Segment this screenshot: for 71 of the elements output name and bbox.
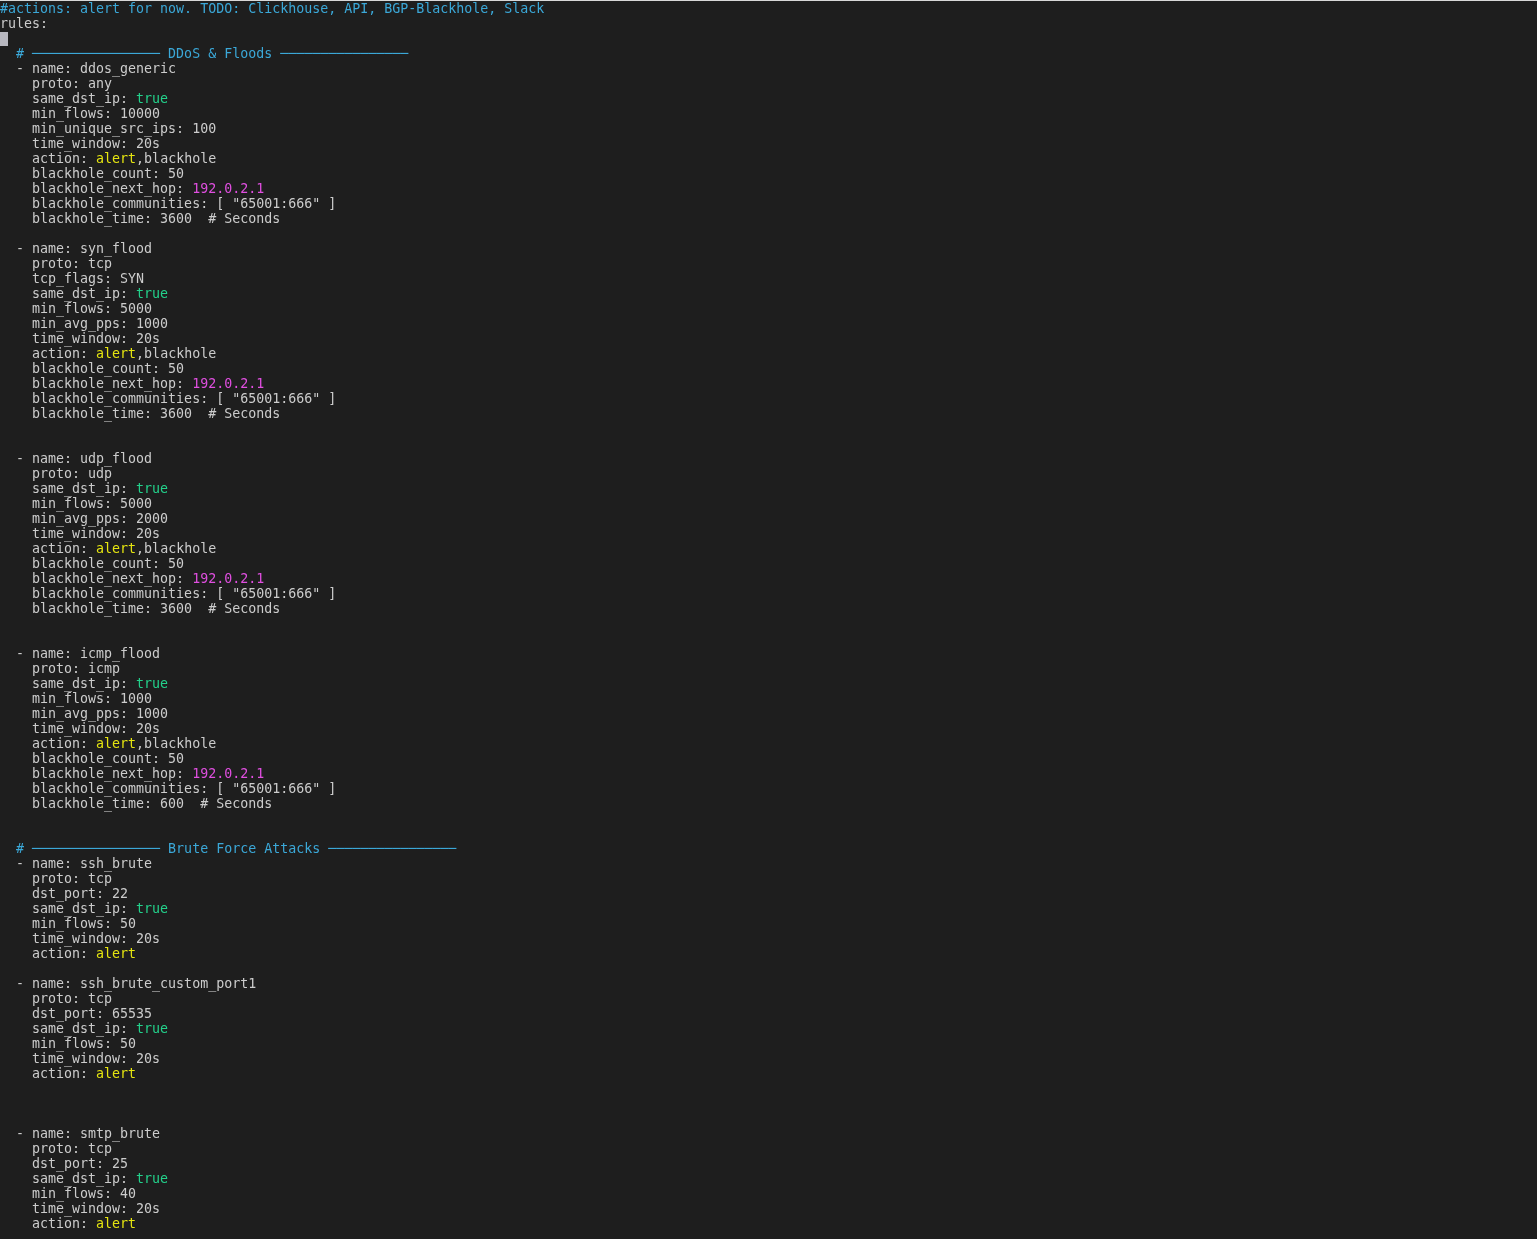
code-line: min_flows: 50 <box>31 1036 137 1051</box>
code-line: - name: icmp_flood <box>15 646 161 661</box>
code-line: blackhole_communities: [ "65001:666" ] <box>31 196 337 211</box>
code-line: - name: ssh_brute_custom_port1 <box>15 976 257 991</box>
code-line: - name: syn_flood <box>15 241 153 256</box>
code-line: # ──────────────── Brute Force Attacks ──────────────── <box>15 841 457 856</box>
code-line: blackhole_count: 50 <box>31 166 185 181</box>
code-line: time_window: 20s <box>31 931 161 946</box>
code-line: action: alert,blackhole <box>31 736 217 751</box>
code-line: same_dst_ip: true <box>31 286 169 301</box>
code-line: proto: tcp <box>31 1141 113 1156</box>
code-line: same_dst_ip: true <box>31 1171 169 1186</box>
code-line: action: alert <box>31 1216 137 1231</box>
code-line: min_flows: 5000 <box>31 301 153 316</box>
code-line: time_window: 20s <box>31 526 161 541</box>
code-line: action: alert <box>31 1066 137 1081</box>
code-line: rules: <box>0 16 49 31</box>
code-line: min_flows: 5000 <box>31 496 153 511</box>
code-line: blackhole_count: 50 <box>31 751 185 766</box>
code-line: #actions: alert for now. TODO: Clickhouse, API, BGP-Blackhole, Slack <box>0 1 545 16</box>
code-line: blackhole_communities: [ "65001:666" ] <box>31 781 337 796</box>
code-line: tcp_flags: SYN <box>31 271 145 286</box>
code-line: action: alert,blackhole <box>31 346 217 361</box>
code-line: proto: any <box>31 76 113 91</box>
code-line: blackhole_time: 3600 # Seconds <box>31 601 281 616</box>
code-line: # ──────────────── DDoS & Floods ──────────────── <box>15 46 409 61</box>
code-line: blackhole_next_hop: 192.0.2.1 <box>31 181 265 196</box>
code-line: time_window: 20s <box>31 1201 161 1216</box>
code-line: blackhole_count: 50 <box>31 361 185 376</box>
code-line: dst_port: 25 <box>31 1156 129 1171</box>
code-line: blackhole_communities: [ "65001:666" ] <box>31 391 337 406</box>
code-line: min_avg_pps: 2000 <box>31 511 169 526</box>
code-line: min_avg_pps: 1000 <box>31 706 169 721</box>
code-line: - name: smtp_brute <box>15 1126 161 1141</box>
code-line: same_dst_ip: true <box>31 91 169 106</box>
code-line: blackhole_time: 3600 # Seconds <box>31 406 281 421</box>
code-line: blackhole_time: 600 # Seconds <box>31 796 273 811</box>
code-line: - name: udp_flood <box>15 451 153 466</box>
code-line: min_unique_src_ips: 100 <box>31 121 217 136</box>
code-line: blackhole_next_hop: 192.0.2.1 <box>31 766 265 781</box>
code-line: min_flows: 40 <box>31 1186 137 1201</box>
code-line: time_window: 20s <box>31 721 161 736</box>
code-line: blackhole_next_hop: 192.0.2.1 <box>31 376 265 391</box>
code-line: dst_port: 65535 <box>31 1006 153 1021</box>
code-line: same_dst_ip: true <box>31 901 169 916</box>
code-line: - name: ssh_brute <box>15 856 153 871</box>
code-line: time_window: 20s <box>31 136 161 151</box>
code-line: proto: tcp <box>31 991 113 1006</box>
code-line: action: alert <box>31 946 137 961</box>
code-line: dst_port: 22 <box>31 886 129 901</box>
code-line: min_flows: 10000 <box>31 106 161 121</box>
code-line: proto: tcp <box>31 256 113 271</box>
text-cursor <box>0 32 8 46</box>
code-line: proto: tcp <box>31 871 113 886</box>
code-line: proto: icmp <box>31 661 121 676</box>
code-line: action: alert,blackhole <box>31 541 217 556</box>
code-line: blackhole_next_hop: 192.0.2.1 <box>31 571 265 586</box>
code-line: min_flows: 1000 <box>31 691 153 706</box>
code-line: same_dst_ip: true <box>31 481 169 496</box>
code-line: - name: ddos_generic <box>15 61 177 76</box>
code-line: blackhole_count: 50 <box>31 556 185 571</box>
code-line: min_flows: 50 <box>31 916 137 931</box>
code-line: same_dst_ip: true <box>31 676 169 691</box>
code-line: time_window: 20s <box>31 331 161 346</box>
code-line: blackhole_communities: [ "65001:666" ] <box>31 586 337 601</box>
code-line: same_dst_ip: true <box>31 1021 169 1036</box>
code-line: min_avg_pps: 1000 <box>31 316 169 331</box>
code-line: blackhole_time: 3600 # Seconds <box>31 211 281 226</box>
code-line: time_window: 20s <box>31 1051 161 1066</box>
code-line: proto: udp <box>31 466 113 481</box>
code-line: action: alert,blackhole <box>31 151 217 166</box>
